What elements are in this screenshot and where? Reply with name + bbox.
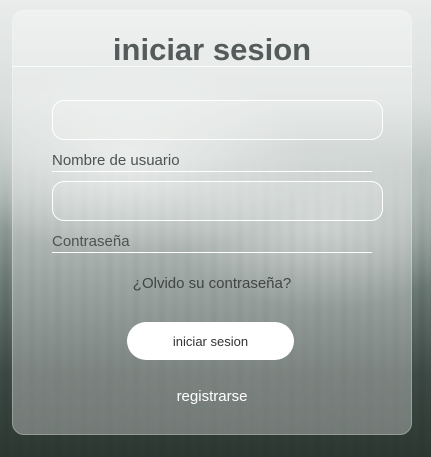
page-title: iniciar sesion — [112, 32, 312, 67]
title-divider — [12, 66, 412, 67]
password-label: Contraseña — [52, 233, 372, 253]
register-link[interactable]: registrarse — [12, 388, 412, 405]
forgot-password-link[interactable]: ¿Olvido su contraseña? — [12, 275, 412, 292]
username-input[interactable] — [52, 100, 383, 140]
username-label: Nombre de usuario — [52, 152, 372, 172]
login-button[interactable]: iniciar sesion — [127, 322, 294, 360]
password-input[interactable] — [52, 181, 383, 221]
login-card: iniciar sesion Nombre de usuario Contras… — [12, 10, 412, 435]
